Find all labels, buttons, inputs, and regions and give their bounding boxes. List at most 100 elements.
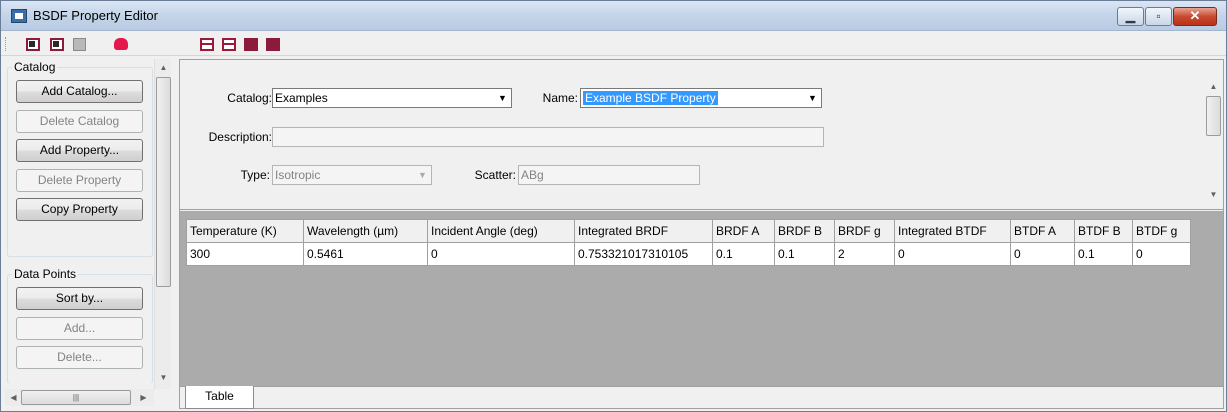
title-bar[interactable]: BSDF Property Editor ▁ ▫ ✕ — [1, 1, 1226, 31]
minimize-icon: ▁ — [1125, 9, 1136, 23]
save-icon — [72, 37, 86, 51]
bsdf-property-editor-window: BSDF Property Editor ▁ ▫ ✕ Catalog Add C… — [0, 0, 1227, 412]
table-cell[interactable]: 0.1 — [1074, 242, 1133, 266]
maximize-icon: ▫ — [1156, 9, 1161, 23]
table-view-icon — [200, 37, 214, 51]
table-cell[interactable]: 2 — [834, 242, 895, 266]
sidebar-vertical-scrollbar[interactable]: ▲ ▼ — [154, 59, 171, 389]
table-cell[interactable]: 0 — [894, 242, 1011, 266]
import-icon — [50, 37, 64, 51]
move-down-icon — [244, 37, 258, 51]
horizontal-scroll-thumb[interactable]: ||| — [21, 390, 131, 405]
column-header[interactable]: Temperature (K) — [186, 219, 304, 243]
name-label: Name: — [542, 91, 578, 105]
description-label: Description: — [208, 130, 272, 144]
data-table: Temperature (K) Wavelength (µm) Incident… — [186, 219, 1191, 266]
import-button[interactable] — [49, 36, 65, 52]
table-view-button[interactable] — [199, 36, 215, 52]
table-cell[interactable]: 0 — [1010, 242, 1075, 266]
name-select[interactable]: Example BSDF Property ▼ — [580, 88, 822, 108]
scatter-field[interactable]: ABg — [518, 165, 700, 185]
move-up-icon — [266, 37, 280, 51]
scroll-thumb[interactable] — [156, 77, 171, 287]
type-select[interactable]: Isotropic ▼ — [272, 165, 432, 185]
move-down-button[interactable] — [243, 36, 259, 52]
chevron-down-icon[interactable]: ▼ — [804, 89, 821, 107]
sidebar-horizontal-scrollbar[interactable]: ◀ ||| ▶ — [5, 389, 154, 406]
delete-data-point-button[interactable]: Delete... — [16, 346, 143, 369]
toolbar-grip[interactable] — [5, 37, 7, 51]
table-row[interactable]: 300 0.5461 0 0.753321017310105 0.1 0.1 2… — [186, 242, 1191, 266]
split-view-button[interactable] — [221, 36, 237, 52]
table-cell[interactable]: 0 — [1132, 242, 1191, 266]
catalog-value: Examples — [275, 91, 328, 105]
scroll-thumb[interactable] — [1206, 96, 1221, 136]
scroll-up-icon[interactable]: ▲ — [155, 59, 172, 76]
chevron-down-icon[interactable]: ▼ — [414, 166, 431, 184]
property-form: Catalog: Examples ▼ Name: Example BSDF P… — [180, 60, 1223, 210]
table-cell[interactable]: 0.1 — [712, 242, 775, 266]
add-data-point-button[interactable]: Add... — [16, 317, 143, 340]
column-header[interactable]: BRDF g — [834, 219, 895, 243]
column-header[interactable]: Integrated BRDF — [574, 219, 713, 243]
scatter-label: Scatter: — [474, 168, 516, 182]
scroll-up-icon[interactable]: ▲ — [1205, 78, 1222, 95]
minimize-button[interactable]: ▁ — [1117, 7, 1144, 26]
export-icon — [26, 37, 40, 51]
debug-button[interactable] — [112, 36, 130, 52]
catalog-group-title: Catalog — [12, 60, 58, 74]
maximize-button[interactable]: ▫ — [1145, 7, 1172, 26]
data-points-group: Data Points Sort by... Add... Delete... — [7, 267, 153, 384]
type-label: Type: — [240, 168, 270, 182]
window-controls: ▁ ▫ ✕ — [1117, 7, 1217, 26]
name-value: Example BSDF Property — [583, 91, 718, 105]
table-cell[interactable]: 0 — [427, 242, 575, 266]
delete-property-button[interactable]: Delete Property — [16, 169, 143, 192]
catalog-group: Catalog Add Catalog... Delete Catalog Ad… — [7, 60, 153, 257]
close-button[interactable]: ✕ — [1173, 7, 1217, 26]
column-header[interactable]: Integrated BTDF — [894, 219, 1011, 243]
window-title: BSDF Property Editor — [33, 8, 158, 23]
copy-property-button[interactable]: Copy Property — [16, 198, 143, 221]
add-property-button[interactable]: Add Property... — [16, 139, 143, 162]
catalog-label: Catalog: — [227, 91, 272, 105]
column-header[interactable]: BTDF B — [1074, 219, 1133, 243]
scroll-right-icon[interactable]: ▶ — [135, 389, 152, 406]
toolbar — [1, 32, 1226, 56]
column-header[interactable]: Wavelength (µm) — [303, 219, 428, 243]
sidebar: Catalog Add Catalog... Delete Catalog Ad… — [5, 59, 173, 410]
sort-by-button[interactable]: Sort by... — [16, 287, 143, 310]
app-icon — [11, 9, 27, 23]
table-cell[interactable]: 0.1 — [774, 242, 835, 266]
description-field[interactable] — [272, 127, 824, 147]
add-catalog-button[interactable]: Add Catalog... — [16, 80, 143, 103]
chevron-down-icon[interactable]: ▼ — [494, 89, 511, 107]
column-header[interactable]: Incident Angle (deg) — [427, 219, 575, 243]
type-value: Isotropic — [275, 168, 321, 182]
scroll-down-icon[interactable]: ▼ — [155, 369, 172, 386]
tab-table[interactable]: Table — [185, 386, 254, 409]
form-vertical-scrollbar[interactable]: ▲ ▼ — [1205, 78, 1222, 208]
data-grid-area: Temperature (K) Wavelength (µm) Incident… — [180, 211, 1223, 386]
column-header[interactable]: BRDF A — [712, 219, 775, 243]
catalog-select[interactable]: Examples ▼ — [272, 88, 512, 108]
export-button[interactable] — [25, 36, 41, 52]
column-header[interactable]: BTDF g — [1132, 219, 1191, 243]
column-header[interactable]: BTDF A — [1010, 219, 1075, 243]
scroll-left-icon[interactable]: ◀ — [5, 389, 22, 406]
table-cell[interactable]: 0.753321017310105 — [574, 242, 713, 266]
move-up-button[interactable] — [265, 36, 281, 52]
delete-catalog-button[interactable]: Delete Catalog — [16, 110, 143, 133]
column-header[interactable]: BRDF B — [774, 219, 835, 243]
split-view-icon — [222, 37, 236, 51]
main-panel: Catalog: Examples ▼ Name: Example BSDF P… — [179, 59, 1224, 409]
tab-bar: Table — [180, 386, 1223, 409]
data-points-group-title: Data Points — [12, 267, 79, 281]
table-header-row: Temperature (K) Wavelength (µm) Incident… — [186, 219, 1191, 243]
table-cell[interactable]: 300 — [186, 242, 304, 266]
scroll-down-icon[interactable]: ▼ — [1205, 186, 1222, 203]
save-button[interactable] — [71, 36, 87, 52]
debug-icon — [112, 36, 130, 52]
close-icon: ✕ — [1189, 8, 1201, 23]
table-cell[interactable]: 0.5461 — [303, 242, 428, 266]
